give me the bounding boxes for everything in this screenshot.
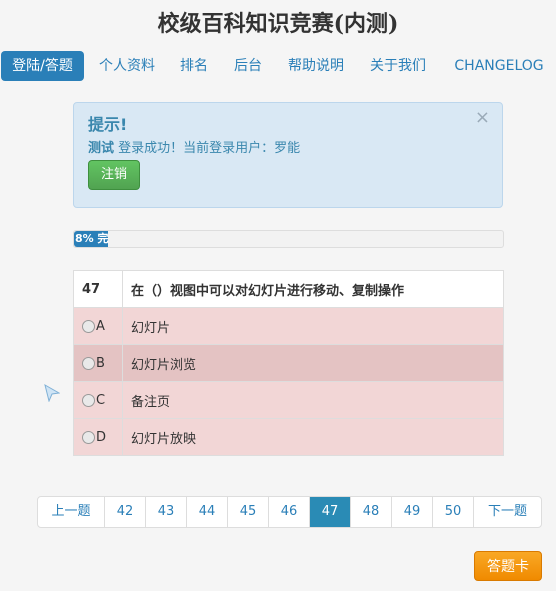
- nav-help[interactable]: 帮助说明: [281, 51, 351, 81]
- nav-profile[interactable]: 个人资料: [92, 51, 162, 81]
- page-button[interactable]: 49: [392, 497, 433, 527]
- prev-question-button[interactable]: 上一题: [38, 497, 105, 527]
- question-number: 47: [73, 270, 123, 308]
- question-table: 47 在（）视图中可以对幻灯片进行移动、复制操作 A 幻灯片 B 幻灯片浏览 C…: [73, 270, 504, 456]
- page-button[interactable]: 48: [351, 497, 392, 527]
- answer-card-button[interactable]: 答题卡: [474, 551, 542, 581]
- radio-icon[interactable]: [82, 356, 95, 370]
- option-text: 备注页: [122, 381, 504, 419]
- option-letter: C: [96, 392, 106, 408]
- nav-changelog[interactable]: CHANGELOG: [446, 51, 552, 81]
- alert-message-line: 测试 登录成功！当前登录用户：罗能: [88, 137, 488, 156]
- next-question-button[interactable]: 下一题: [474, 497, 541, 527]
- alert-user-tag: 测试: [88, 141, 115, 156]
- option-text: 幻灯片放映: [122, 418, 504, 456]
- top-nav: 登陆/答题 个人资料 排名 后台 帮助说明 关于我们 CHANGELOG: [0, 51, 556, 81]
- login-alert: 提示! 测试 登录成功！当前登录用户：罗能 注销 ×: [73, 102, 503, 208]
- option-letter: B: [96, 355, 105, 371]
- nav-admin[interactable]: 后台: [226, 51, 270, 81]
- close-icon[interactable]: ×: [475, 109, 490, 127]
- option-text: 幻灯片: [122, 307, 504, 345]
- option-letter: A: [96, 318, 105, 334]
- option-row-d[interactable]: D 幻灯片放映: [73, 418, 504, 456]
- nav-login-answer[interactable]: 登陆/答题: [1, 51, 84, 81]
- nav-ranking[interactable]: 排名: [172, 51, 216, 81]
- question-text: 在（）视图中可以对幻灯片进行移动、复制操作: [122, 270, 504, 308]
- page-button[interactable]: 45: [228, 497, 269, 527]
- option-row-b[interactable]: B 幻灯片浏览: [73, 344, 504, 382]
- nav-about[interactable]: 关于我们: [363, 51, 433, 81]
- page-button[interactable]: 44: [187, 497, 228, 527]
- radio-icon[interactable]: [82, 319, 95, 333]
- radio-icon[interactable]: [82, 393, 95, 407]
- pointer-cursor-icon: [44, 384, 60, 402]
- option-row-a[interactable]: A 幻灯片: [73, 307, 504, 345]
- question-pager: 上一题 42 43 44 45 46 47 48 49 50 下一题: [37, 496, 542, 528]
- page-button[interactable]: 43: [146, 497, 187, 527]
- option-text: 幻灯片浏览: [122, 344, 504, 382]
- logout-button[interactable]: 注销: [88, 160, 141, 190]
- option-letter: D: [96, 429, 107, 445]
- option-row-c[interactable]: C 备注页: [73, 381, 504, 419]
- page-button[interactable]: 50: [433, 497, 474, 527]
- alert-title: 提示!: [88, 115, 128, 134]
- alert-message: 登录成功！当前登录用户：罗能: [118, 141, 301, 156]
- page-title: 校级百科知识竞赛(内测): [157, 11, 399, 37]
- page-button-current[interactable]: 47: [310, 497, 351, 527]
- question-row: 47 在（）视图中可以对幻灯片进行移动、复制操作: [73, 270, 504, 308]
- page-button[interactable]: 46: [269, 497, 310, 527]
- progress-bar: 8% 完: [73, 230, 504, 248]
- page-button[interactable]: 42: [105, 497, 146, 527]
- radio-icon[interactable]: [82, 430, 95, 444]
- progress-label: 8% 完: [75, 232, 109, 245]
